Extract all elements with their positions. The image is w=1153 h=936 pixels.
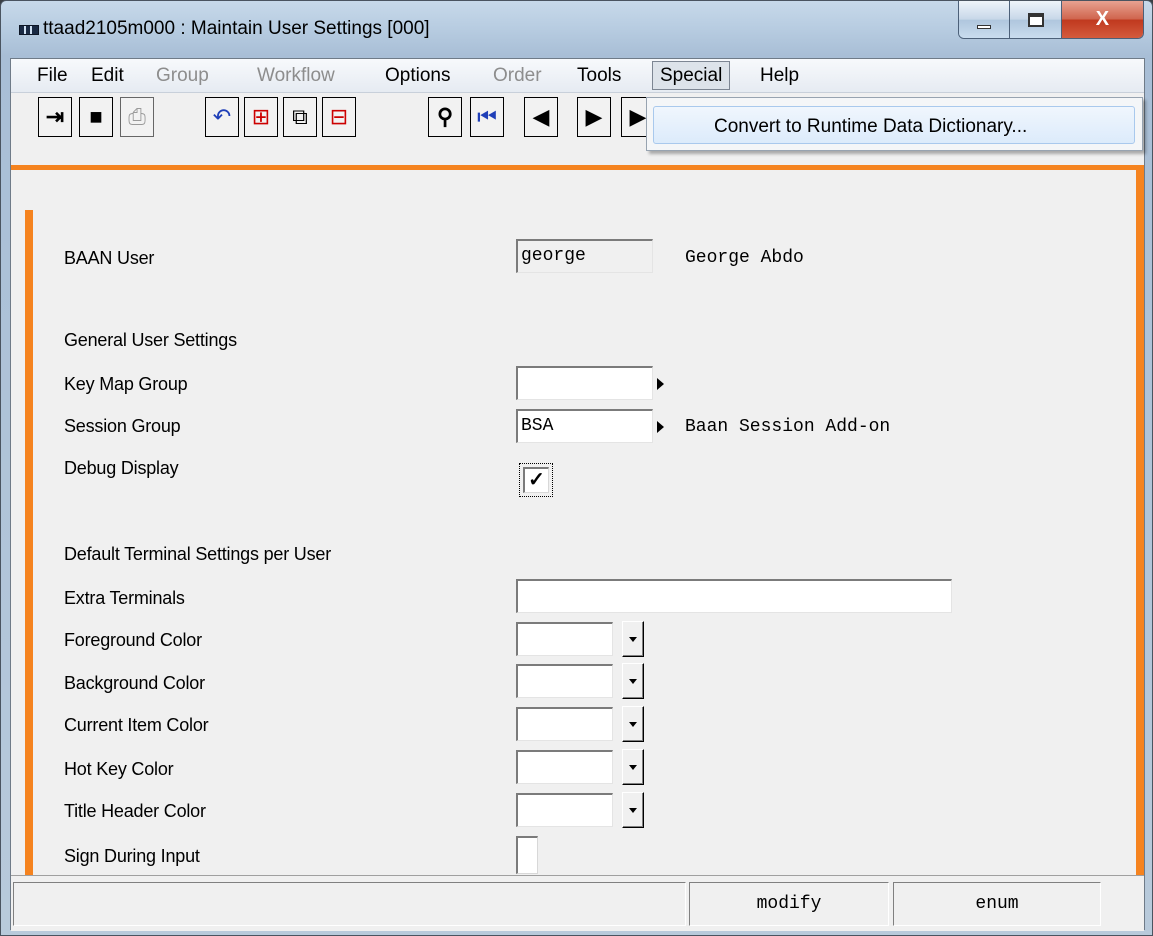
debug-display-checkbox[interactable]: ✓ [523,467,549,493]
title-header-color-field[interactable] [516,793,613,827]
background-color-dropdown-button[interactable] [622,663,644,699]
print-button[interactable]: ⎙ [120,97,154,137]
window-controls: X [958,1,1144,39]
next-record-button[interactable]: ▶ [577,97,611,137]
copy-button[interactable]: ⧉ [283,97,317,137]
last-record-icon: ▶ [629,104,647,129]
menu-tools[interactable]: Tools [577,65,621,87]
menu-special[interactable]: Special [652,61,731,90]
find-icon: ⚲ [436,104,454,129]
key-map-group-label: Key Map Group [64,374,188,394]
current-item-color-dropdown-button[interactable] [622,706,644,742]
form-panel: BAAN User george George Abdo General Use… [11,165,1144,880]
hot-key-color-label: Hot Key Color [64,759,174,779]
save-button[interactable]: ■ [79,97,113,137]
menu-options[interactable]: Options [385,65,450,87]
baan-app-icon[interactable] [19,25,39,35]
title-header-color-dropdown-button[interactable] [622,792,644,828]
minimize-button[interactable] [959,1,1011,38]
extra-terminals-field[interactable] [516,579,952,613]
current-item-color-field[interactable] [516,707,613,741]
menu-help[interactable]: Help [760,65,799,87]
chevron-down-icon [629,807,637,813]
chevron-down-icon [629,636,637,642]
title-bar[interactable]: ttaad2105m000 : Maintain User Settings [… [1,1,1152,57]
maximize-button[interactable] [1010,1,1062,38]
session-group-label: Session Group [64,416,181,436]
key-map-group-field[interactable] [516,366,653,400]
maximize-icon [1027,12,1044,27]
sign-during-input-label: Sign During Input [64,846,200,866]
menu-file[interactable]: File [37,65,68,87]
menu-edit[interactable]: Edit [91,65,124,87]
next-record-icon: ▶ [585,104,603,129]
session-group-description: Baan Session Add-on [685,417,891,437]
chevron-down-icon [629,764,637,770]
status-field-type: enum [893,882,1101,926]
status-message [13,882,686,926]
menu-order[interactable]: Order [493,65,542,87]
title-header-color-label: Title Header Color [64,801,206,821]
minimize-icon [977,24,992,29]
session-group-field[interactable]: BSA [516,409,653,443]
session-group-zoom-icon[interactable] [657,421,664,433]
terminal-settings-heading: Default Terminal Settings per User [64,544,331,564]
menu-group[interactable]: Group [156,65,209,87]
menu-workflow[interactable]: Workflow [257,65,335,87]
baan-user-description: George Abdo [685,248,804,268]
convert-runtime-dd-menu-item[interactable]: Convert to Runtime Data Dictionary... [653,106,1135,144]
close-button[interactable]: X [1061,1,1143,38]
undo-button[interactable]: ↶ [205,97,239,137]
print-icon: ⎙ [128,104,146,129]
special-menu-dropdown: Convert to Runtime Data Dictionary... [646,97,1143,151]
baan-user-label: BAAN User [64,248,155,268]
general-settings-heading: General User Settings [64,330,237,350]
convert-runtime-dd-label: Convert to Runtime Data Dictionary... [714,116,1028,137]
client-area: File Edit Group Workflow Options Order T… [10,58,1145,931]
chevron-down-icon [629,678,637,684]
find-button[interactable]: ⚲ [428,97,462,137]
window-title: ttaad2105m000 : Maintain User Settings [… [43,18,430,39]
application-window: ttaad2105m000 : Maintain User Settings [… [0,0,1153,936]
exit-icon: ⇥ [45,104,65,129]
previous-record-icon: ◀ [532,104,550,129]
status-bar: modify enum [11,875,1144,931]
previous-record-button[interactable]: ◀ [524,97,558,137]
baan-user-field[interactable]: george [516,239,653,273]
hot-key-color-field[interactable] [516,750,613,784]
status-mode: modify [689,882,889,926]
first-record-button[interactable]: ⏮ [470,97,504,137]
foreground-color-label: Foreground Color [64,630,202,650]
debug-display-label: Debug Display [64,458,179,478]
background-color-field[interactable] [516,664,613,698]
close-icon: X [1095,8,1110,30]
foreground-color-field[interactable] [516,622,613,656]
chevron-down-icon [629,721,637,727]
form-accent-left [25,210,33,880]
extra-terminals-label: Extra Terminals [64,588,185,608]
key-map-group-zoom-icon[interactable] [657,378,664,390]
menu-bar: File Edit Group Workflow Options Order T… [11,59,1144,93]
insert-record-icon: ⊞ [251,104,271,129]
delete-record-icon: ⊟ [329,104,349,129]
insert-record-button[interactable]: ⊞ [244,97,278,137]
copy-icon: ⧉ [292,104,308,129]
exit-button[interactable]: ⇥ [38,97,72,137]
delete-record-button[interactable]: ⊟ [322,97,356,137]
sign-during-input-checkbox[interactable] [516,836,538,874]
form-accent-right [1136,170,1144,880]
current-item-color-label: Current Item Color [64,715,209,735]
first-record-icon: ⏮ [477,104,497,129]
hot-key-color-dropdown-button[interactable] [622,749,644,785]
foreground-color-dropdown-button[interactable] [622,621,644,657]
undo-icon: ↶ [212,104,232,129]
save-icon: ■ [89,104,103,129]
background-color-label: Background Color [64,673,205,693]
